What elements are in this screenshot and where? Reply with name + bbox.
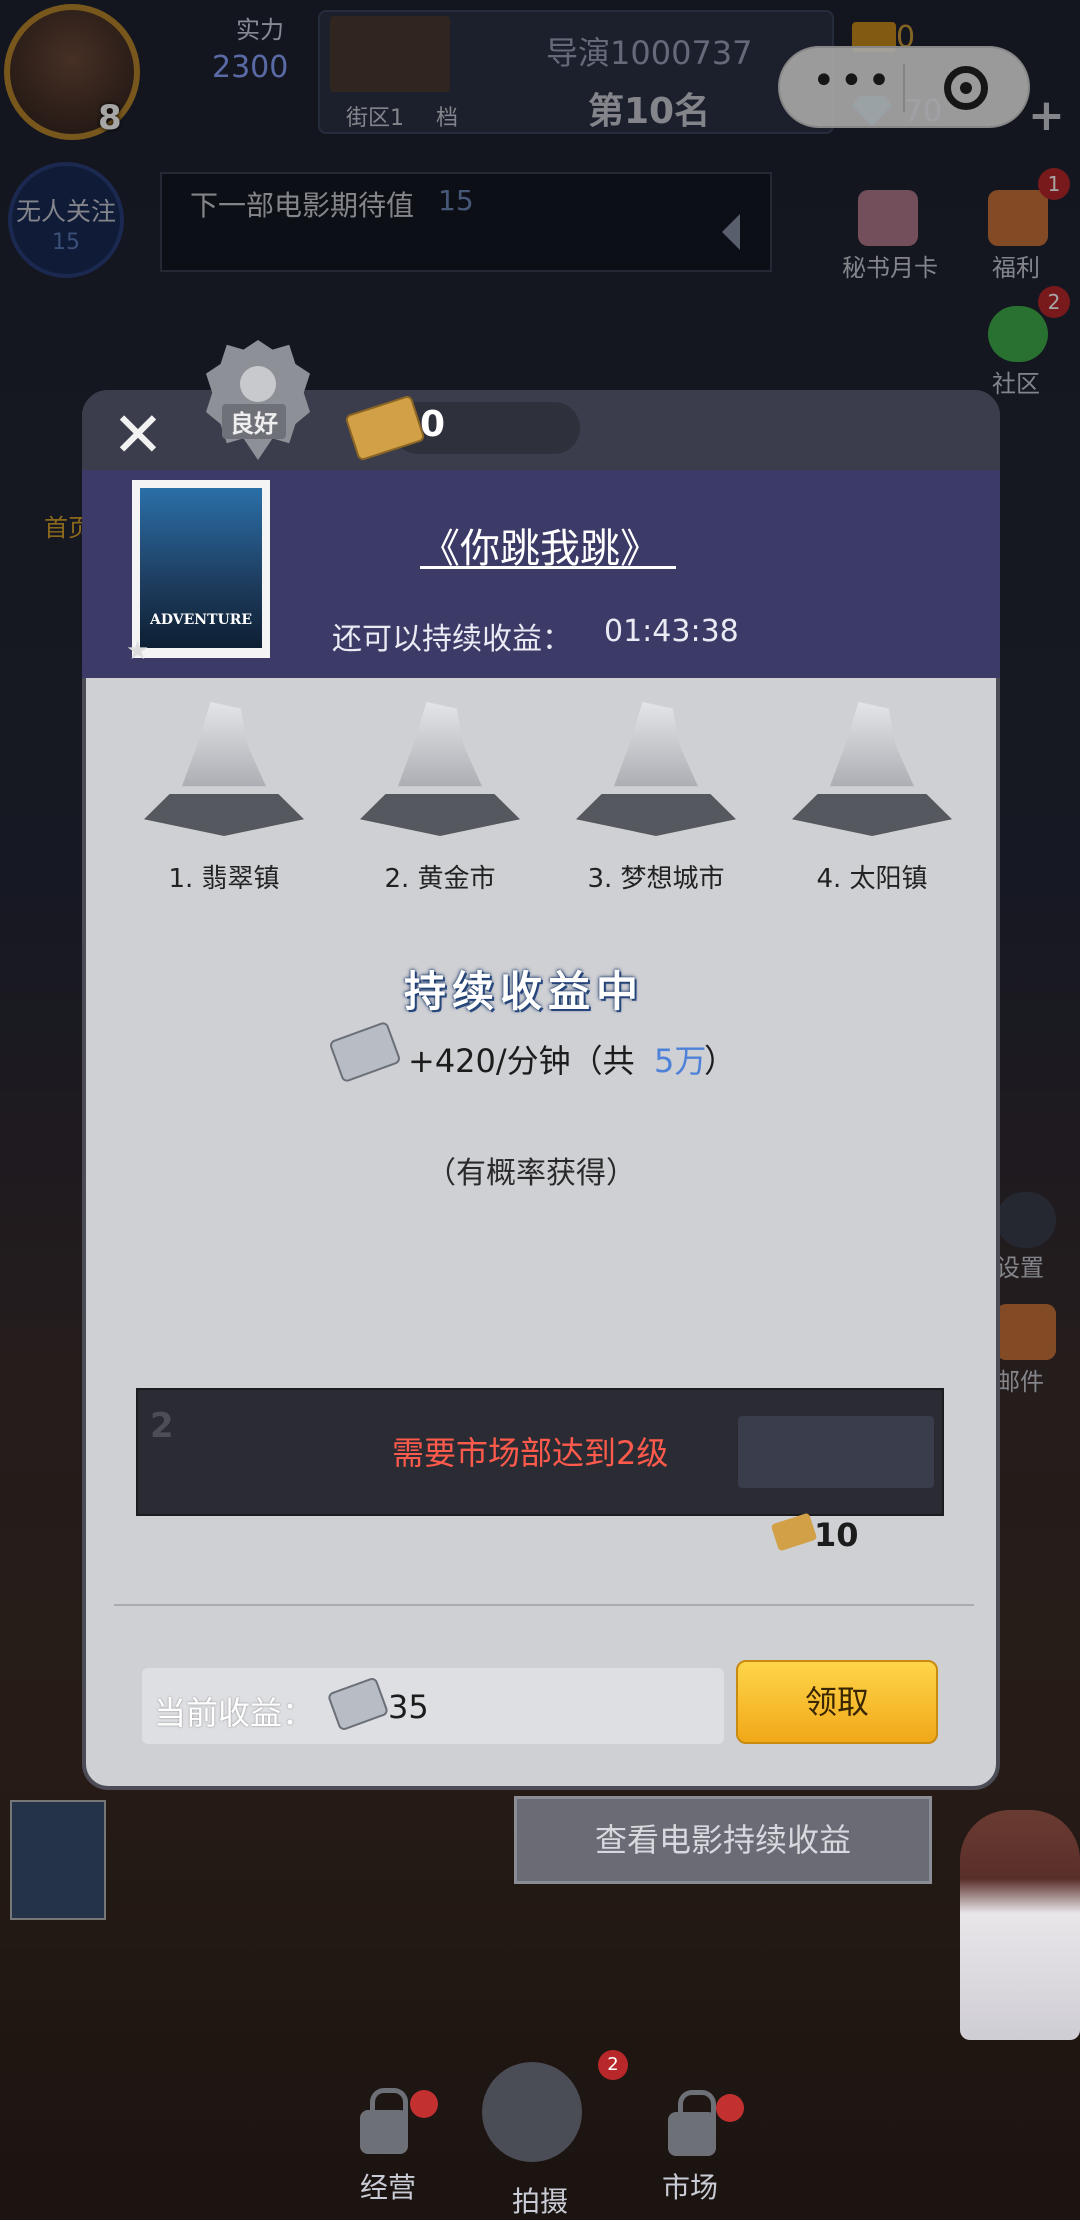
remaining-time: 01:43:38 [604,614,739,649]
city-label: 3. 梦想城市 [587,864,725,894]
nav-shoot[interactable]: 拍摄 [512,2180,568,2220]
city-icon[interactable] [360,702,520,852]
title-underline [420,566,676,569]
market-badge [716,2094,744,2122]
locked-requirement: 需要市场部达到2级 [392,1434,669,1472]
unlock-cost: 10 [814,1516,859,1554]
current-earnings-value: 35 [388,1688,429,1726]
locked-slot-button[interactable] [738,1416,934,1488]
star-icon: ★ [126,636,150,666]
secretary-character[interactable] [960,1810,1080,2040]
modal-divider [114,1604,974,1606]
current-earnings-label: 当前收益： [154,1694,315,1732]
film-thumbnail[interactable] [10,1800,106,1920]
quality-seal-label: 良好 [222,404,286,439]
earning-total: 5万 [654,1042,707,1080]
business-badge [410,2090,438,2118]
ticket-count: 0 [420,404,446,445]
city-label: 2. 黄金市 [384,864,496,894]
nav-market[interactable]: 市场 [662,2166,718,2206]
camera-icon[interactable] [482,2062,582,2162]
smiley-icon [240,366,276,402]
city-icon[interactable] [144,702,304,852]
city-label: 4. 太阳镇 [816,864,928,894]
poster-caption: ADVENTURE [150,612,253,628]
shoot-badge: 2 [598,2050,628,2080]
city-icon[interactable] [576,702,736,852]
view-movie-earnings-button[interactable]: 查看电影持续收益 [514,1796,932,1884]
close-icon[interactable]: ✕ [112,398,164,471]
claim-button[interactable]: 领取 [736,1660,938,1744]
earning-rate-suffix: ） [704,1042,737,1080]
city-icon[interactable] [792,702,952,852]
earning-rate: +420/分钟（共 [408,1042,635,1080]
remaining-label: 还可以持续收益： [332,622,572,657]
earning-status-title: 持续收益中 [404,967,645,1016]
lock-icon [360,2088,408,2154]
chance-note: （有概率获得） [426,1156,636,1191]
movie-poster [132,480,270,658]
city-label: 1. 翡翠镇 [168,864,280,894]
locked-slot-number: 2 [150,1406,174,1446]
lock-icon [668,2090,716,2156]
nav-business[interactable]: 经营 [360,2166,416,2206]
